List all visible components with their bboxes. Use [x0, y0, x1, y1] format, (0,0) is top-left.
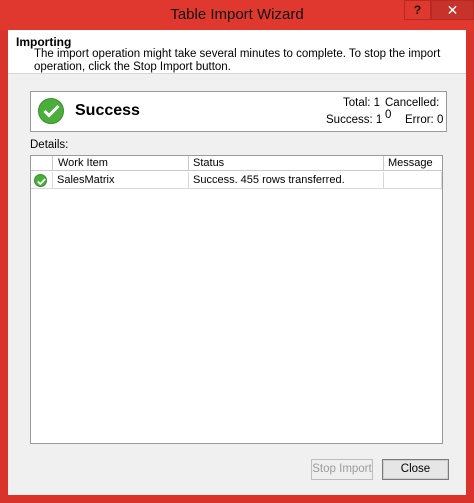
status-label: Success — [75, 102, 140, 119]
success-check-icon — [38, 98, 64, 124]
details-table[interactable]: Work Item Status Message SalesMatrix Suc… — [30, 155, 443, 444]
column-header-icon[interactable] — [31, 156, 53, 171]
table-header: Work Item Status Message — [31, 156, 442, 171]
stop-import-button[interactable]: Stop Import — [311, 459, 373, 480]
wizard-header: Importing The import operation might tak… — [8, 30, 466, 74]
window-close-button[interactable]: ✕ — [431, 0, 474, 20]
step-title: Importing — [16, 35, 72, 49]
total-count: Total: 1 — [343, 97, 381, 109]
column-header-work-item[interactable]: Work Item — [53, 156, 189, 171]
table-import-wizard-window: Table Import Wizard ? ✕ Importing The im… — [0, 0, 474, 503]
import-status-panel: Success Total: 1 Cancelled: 0 Success: 1… — [30, 91, 447, 132]
column-header-message[interactable]: Message — [384, 156, 442, 171]
error-count: Error: 0 — [405, 114, 444, 126]
work-item-cell: SalesMatrix — [53, 172, 189, 189]
details-label: Details: — [30, 139, 69, 151]
title-bar[interactable]: Table Import Wizard ? ✕ — [0, 0, 474, 30]
success-count: Success: 1 — [326, 114, 383, 126]
close-button[interactable]: Close — [382, 459, 449, 480]
step-description: The import operation might take several … — [34, 48, 441, 73]
help-button[interactable]: ? — [404, 0, 431, 20]
row-icon-cell — [31, 172, 53, 189]
success-check-icon — [34, 174, 47, 187]
table-row[interactable]: SalesMatrix Success. 455 rows transferre… — [31, 172, 442, 189]
wizard-content: Importing The import operation might tak… — [8, 30, 466, 495]
window-title: Table Import Wizard — [170, 6, 304, 23]
message-cell — [384, 172, 442, 189]
column-header-status[interactable]: Status — [189, 156, 384, 171]
status-cell: Success. 455 rows transferred. — [189, 172, 384, 189]
